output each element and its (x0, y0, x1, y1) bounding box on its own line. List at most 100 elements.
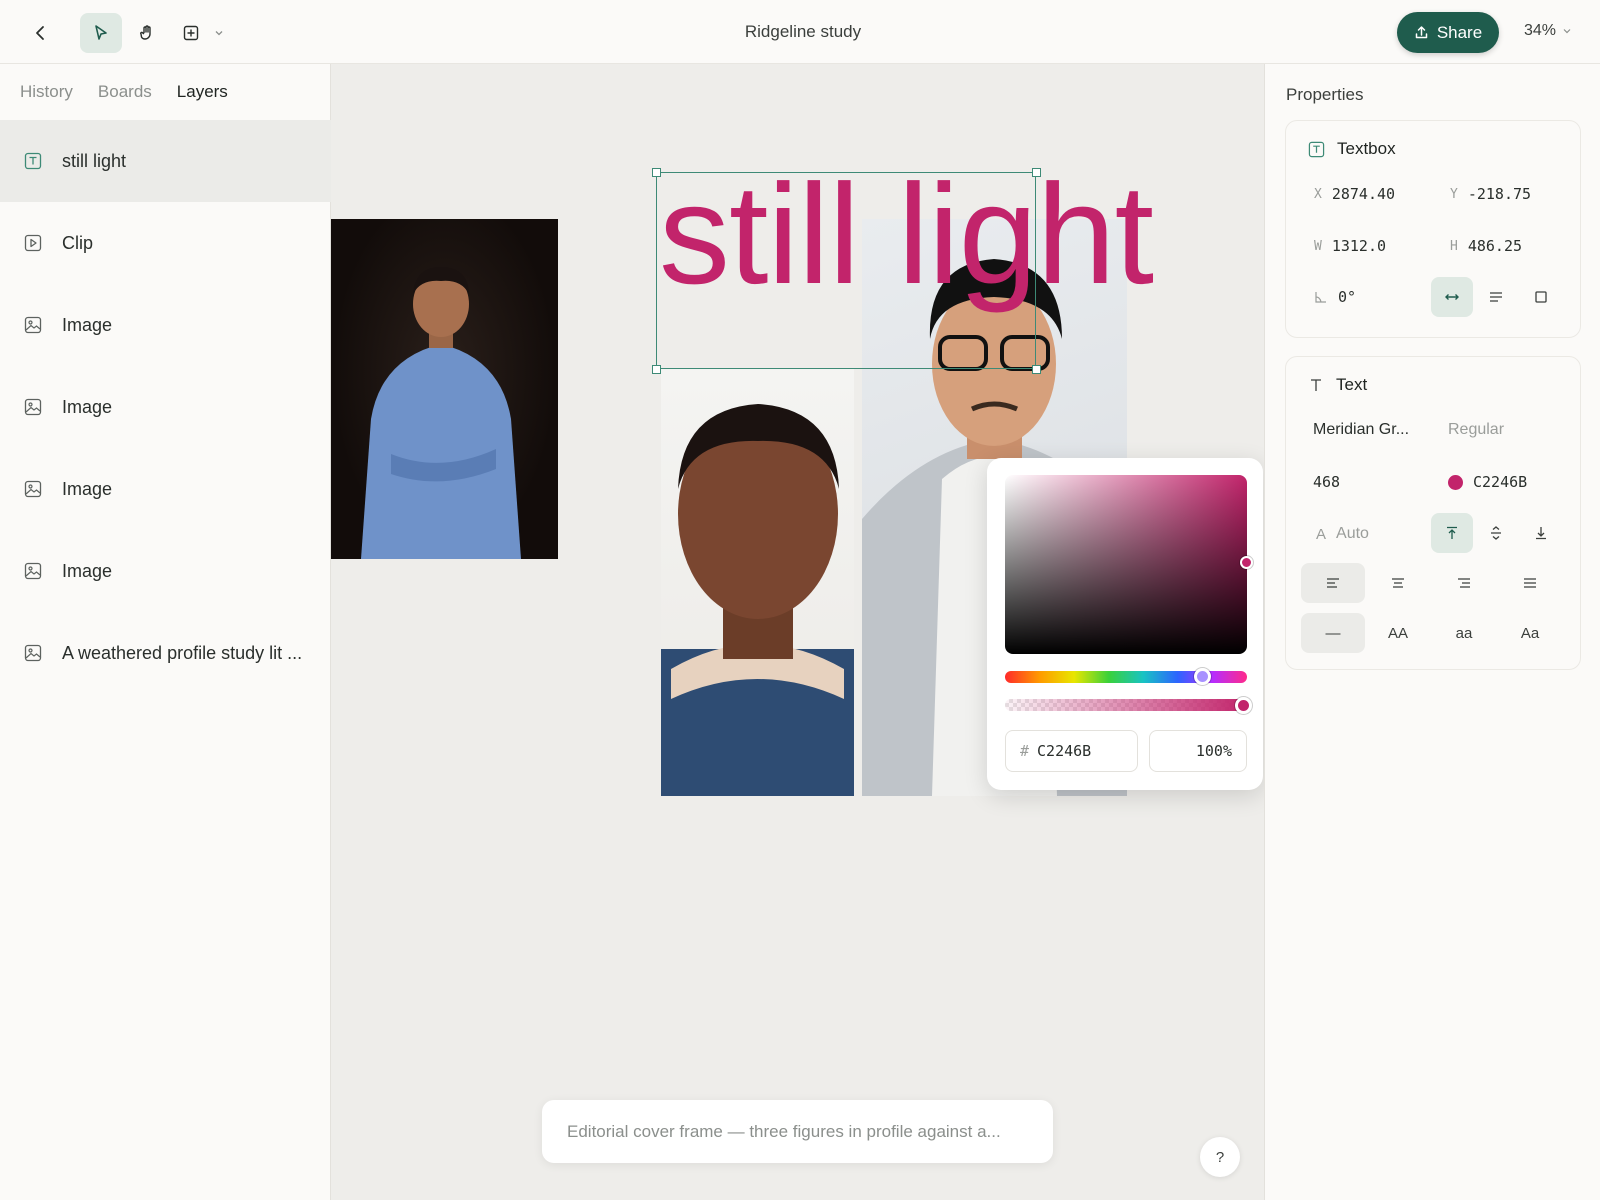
layer-item[interactable]: Image (0, 448, 331, 530)
h-value: 486.25 (1467, 237, 1523, 255)
image-portrait-light-background[interactable] (661, 369, 854, 796)
textbox-title: Textbox (1337, 139, 1396, 158)
x-value: 2874.40 (1331, 185, 1396, 203)
opacity-slider-thumb[interactable] (1235, 697, 1252, 714)
font-family-select[interactable]: Meridian Gr... (1313, 421, 1409, 439)
text-card-header: Text (1308, 375, 1367, 395)
width-field[interactable]: W 1312.0 (1314, 237, 1386, 255)
text-lines-icon (1490, 292, 1502, 302)
align-top-button[interactable] (1431, 513, 1473, 553)
line-height-value: Auto (1336, 525, 1369, 542)
text-align-right-button[interactable] (1432, 563, 1496, 603)
textbox-card: Textbox X 2874.40 Y -218.75 W 1312.0 H 4… (1285, 120, 1581, 338)
layer-item[interactable]: Image (0, 284, 331, 366)
auto-height-button[interactable] (1475, 277, 1517, 317)
font-family-value: Meridian Gr... (1313, 421, 1410, 438)
zoom-value: 34% (1524, 22, 1557, 39)
align-middle-icon (1491, 526, 1501, 540)
image-icon (24, 644, 42, 662)
resize-handle-bottom-right[interactable] (1032, 365, 1041, 374)
x-field[interactable]: X 2874.40 (1314, 185, 1395, 203)
arrows-horizontal-icon (1445, 294, 1459, 300)
layer-label: Image (62, 396, 113, 417)
color-swatch[interactable] (1448, 474, 1463, 490)
layer-item[interactable]: A weathered profile study lit ... (0, 612, 331, 694)
image-portrait-dark-background[interactable] (331, 219, 558, 559)
image-icon (24, 480, 42, 498)
y-field[interactable]: Y -218.75 (1450, 185, 1531, 203)
prompt-text: Editorial cover frame — three figures in… (567, 1121, 1001, 1141)
font-weight-select[interactable]: Regular (1448, 421, 1504, 439)
align-justify-icon (1524, 578, 1536, 588)
layer-item[interactable]: Image (0, 530, 331, 612)
textbox-card-header: Textbox (1308, 139, 1396, 159)
share-button[interactable]: Share (1397, 12, 1499, 53)
font-size-field[interactable]: 468 (1313, 473, 1340, 491)
hue-slider-thumb[interactable] (1194, 668, 1211, 685)
chevron-down-icon (1563, 29, 1571, 34)
align-bottom-button[interactable] (1520, 513, 1562, 553)
color-picker-popover: # C2246B 100% (987, 458, 1263, 790)
fixed-size-button[interactable] (1520, 277, 1562, 317)
font-size-value: 468 (1313, 473, 1341, 491)
text-align-left-button[interactable] (1301, 563, 1365, 603)
resize-handle-top-right[interactable] (1032, 168, 1041, 177)
angle-icon (1315, 292, 1326, 303)
upload-icon (1415, 26, 1428, 39)
layer-item[interactable]: still light (0, 120, 331, 202)
w-value: 1312.0 (1331, 237, 1387, 255)
opacity-slider[interactable] (1005, 699, 1247, 711)
textbox-icon (1308, 141, 1325, 157)
properties-panel: Properties Textbox X 2874.40 Y -218.75 W… (1264, 64, 1600, 1200)
case-upper-label: AA (1387, 624, 1408, 642)
share-label: Share (1436, 22, 1483, 42)
y-label: Y (1450, 186, 1458, 202)
layer-item[interactable]: Clip (0, 202, 331, 284)
case-title-button[interactable]: Aa (1498, 613, 1562, 653)
video-icon (24, 234, 42, 252)
align-center-icon (1392, 578, 1404, 588)
opacity-value: 100% (1195, 742, 1232, 760)
layers-panel: History Boards Layers still light Clip I… (0, 64, 331, 1200)
case-none-label: — (1325, 624, 1341, 642)
text-title: Text (1336, 375, 1368, 394)
resize-handle-top-left[interactable] (652, 168, 661, 177)
document-title[interactable]: Ridgeline study (0, 22, 1600, 42)
textbox-icon (24, 152, 42, 170)
case-none-button[interactable]: — (1301, 613, 1365, 653)
help-button[interactable]: ? (1200, 1137, 1240, 1177)
rotation-field[interactable]: 0° (1314, 288, 1356, 306)
line-height-field[interactable]: A Auto (1316, 525, 1369, 543)
layer-label: Image (62, 478, 113, 499)
auto-width-button[interactable] (1431, 277, 1473, 317)
selection-box[interactable] (656, 172, 1036, 369)
hex-input[interactable]: # C2246B (1005, 730, 1138, 772)
top-bar: Ridgeline study Share 34% (0, 0, 1600, 64)
case-upper-button[interactable]: AA (1366, 613, 1430, 653)
height-field[interactable]: H 486.25 (1450, 237, 1522, 255)
image-icon (24, 398, 42, 416)
layer-item[interactable]: Image (0, 366, 331, 448)
opacity-input[interactable]: 100% (1149, 730, 1247, 772)
text-align-justify-button[interactable] (1498, 563, 1562, 603)
align-right-icon (1458, 578, 1470, 588)
hex-value: C2246B (1037, 742, 1092, 760)
saturation-value-knob[interactable] (1240, 556, 1253, 569)
zoom-dropdown[interactable]: 34% (1524, 22, 1572, 40)
resize-handle-bottom-left[interactable] (652, 365, 661, 374)
saturation-value-area[interactable] (1005, 475, 1247, 654)
layer-label: Clip (62, 232, 94, 253)
tab-layers[interactable]: Layers (177, 82, 228, 102)
text-align-center-button[interactable] (1366, 563, 1430, 603)
case-lower-label: aa (1455, 624, 1473, 642)
prompt-input[interactable]: Editorial cover frame — three figures in… (542, 1100, 1053, 1163)
layer-label: still light (62, 150, 127, 171)
tab-history[interactable]: History (20, 82, 73, 102)
w-label: W (1314, 238, 1322, 254)
tab-boards[interactable]: Boards (98, 82, 152, 102)
square-icon (1535, 291, 1547, 303)
y-value: -218.75 (1467, 185, 1532, 203)
text-color-field[interactable]: C2246B (1448, 473, 1527, 491)
case-lower-button[interactable]: aa (1432, 613, 1496, 653)
align-middle-button[interactable] (1475, 513, 1517, 553)
